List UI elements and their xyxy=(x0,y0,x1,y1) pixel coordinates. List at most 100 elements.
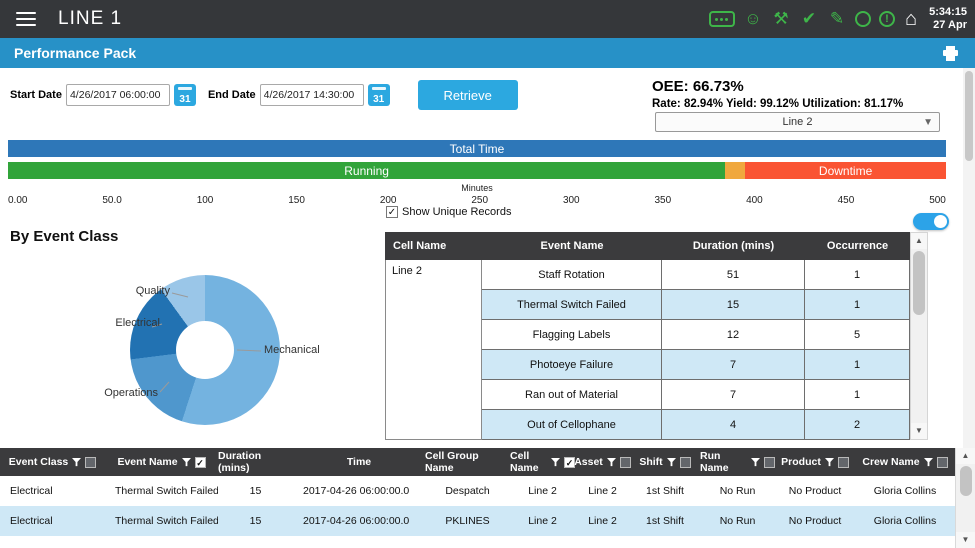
start-calendar-icon[interactable]: 31 xyxy=(174,84,196,106)
event-table-row[interactable]: Flagging Labels125 xyxy=(482,320,910,350)
check-icon[interactable]: ✔ xyxy=(799,9,819,29)
dots-badge-icon[interactable] xyxy=(709,11,735,27)
detail-cell: No Product xyxy=(775,476,855,506)
column-header-run-name[interactable]: Run Name xyxy=(700,448,775,476)
show-unique-checkbox[interactable]: ✓ xyxy=(386,206,398,218)
records-toggle[interactable] xyxy=(913,213,949,230)
detail-cell: 15 xyxy=(218,476,293,506)
detail-table-body: ElectricalThermal Switch Failed152017-04… xyxy=(0,476,975,536)
event-table-row[interactable]: Out of Cellophane42 xyxy=(482,410,910,440)
oee-summary: OEE: 66.73% Rate: 82.94% Yield: 99.12% U… xyxy=(652,78,942,110)
scroll-thumb[interactable] xyxy=(913,251,925,315)
print-icon[interactable] xyxy=(942,46,959,61)
timeline-axis: 0.0050.0100150200250300350400450500 xyxy=(8,195,946,206)
event-table-row[interactable]: Ran out of Material71 xyxy=(482,380,910,410)
column-header-duration-mins-[interactable]: Duration (mins) xyxy=(218,448,293,476)
column-checkbox[interactable] xyxy=(937,457,948,468)
show-unique-label: Show Unique Records xyxy=(402,206,511,218)
scroll-up-icon[interactable]: ▲ xyxy=(956,448,975,464)
line-selector[interactable]: Line 2 ▼ xyxy=(655,112,940,132)
column-header-crew-name[interactable]: Crew Name xyxy=(855,448,955,476)
scroll-down-icon[interactable]: ▼ xyxy=(956,532,975,548)
column-header-cell-name[interactable]: Cell Name✓ xyxy=(510,448,575,476)
event-name-cell: Flagging Labels xyxy=(482,320,662,350)
detail-cell: Line 2 xyxy=(575,476,630,506)
detail-table: Event ClassEvent Name✓Duration (mins)Tim… xyxy=(0,448,975,548)
tools-icon[interactable]: ⚒ xyxy=(771,9,791,29)
detail-table-scrollbar[interactable]: ▲ ▼ xyxy=(955,448,975,548)
axis-tick: 500 xyxy=(929,195,946,206)
filter-icon[interactable] xyxy=(72,458,81,467)
end-calendar-icon[interactable]: 31 xyxy=(368,84,390,106)
filter-icon[interactable] xyxy=(667,458,676,467)
column-header-asset[interactable]: Asset xyxy=(575,448,630,476)
chevron-down-icon: ▼ xyxy=(923,117,933,128)
column-checkbox[interactable] xyxy=(764,457,775,468)
axis-title: Minutes xyxy=(8,183,946,193)
axis-tick: 0.00 xyxy=(8,195,27,206)
event-name-cell: Ran out of Material xyxy=(482,380,662,410)
menu-icon[interactable] xyxy=(16,8,36,30)
circle-icon[interactable] xyxy=(855,11,871,27)
event-table-row[interactable]: Photoeye Failure71 xyxy=(482,350,910,380)
leader-lines xyxy=(60,255,380,440)
filter-icon[interactable] xyxy=(751,458,760,467)
axis-tick: 300 xyxy=(563,195,580,206)
axis-tick: 150 xyxy=(288,195,305,206)
column-header-product[interactable]: Product xyxy=(775,448,855,476)
detail-cell: 1st Shift xyxy=(630,506,700,536)
axis-tick: 400 xyxy=(746,195,763,206)
end-date-input[interactable] xyxy=(260,84,364,106)
scroll-up-icon[interactable]: ▲ xyxy=(911,233,927,249)
home-icon[interactable]: ⌂ xyxy=(905,9,917,29)
event-name-cell: Out of Cellophane xyxy=(482,410,662,440)
column-header-time[interactable]: Time xyxy=(293,448,425,476)
detail-cell: 1st Shift xyxy=(630,476,700,506)
column-header-event-class[interactable]: Event Class xyxy=(0,448,105,476)
status-icon-tray: ☺ ⚒ ✔ ✎ ! ⌂ 5:34:15 27 Apr xyxy=(709,6,967,32)
filter-icon[interactable] xyxy=(825,458,834,467)
page-scrollbar[interactable] xyxy=(963,68,975,448)
duration-cell: 4 xyxy=(662,410,805,440)
detail-cell: No Run xyxy=(700,506,775,536)
occurrence-cell: 1 xyxy=(805,290,910,320)
toolbar: Start Date 31 End Date 31 Retrieve OEE: … xyxy=(0,68,963,138)
event-table-row[interactable]: Thermal Switch Failed151 xyxy=(482,290,910,320)
filter-icon[interactable] xyxy=(551,458,560,467)
event-table-scrollbar[interactable]: ▲ ▼ xyxy=(910,232,928,440)
detail-cell: No Run xyxy=(700,476,775,506)
column-checkbox[interactable] xyxy=(680,457,691,468)
column-checkbox[interactable] xyxy=(838,457,849,468)
filter-icon[interactable] xyxy=(924,458,933,467)
column-header-cell-group-name[interactable]: Cell Group Name xyxy=(425,448,510,476)
scroll-down-icon[interactable]: ▼ xyxy=(911,423,927,439)
scroll-thumb[interactable] xyxy=(965,71,973,161)
column-header-event-name[interactable]: Event Name✓ xyxy=(105,448,218,476)
filter-icon[interactable] xyxy=(607,458,616,467)
detail-table-row[interactable]: ElectricalThermal Switch Failed152017-04… xyxy=(0,506,955,536)
retrieve-button[interactable]: Retrieve xyxy=(418,80,518,110)
slice-label-operations: Operations xyxy=(80,387,158,399)
edit-icon[interactable]: ✎ xyxy=(827,9,847,29)
col-cell-name[interactable]: Cell Name xyxy=(385,240,482,252)
detail-cell: Electrical xyxy=(0,506,105,536)
filter-icon[interactable] xyxy=(182,458,191,467)
col-occurrence[interactable]: Occurrence xyxy=(805,240,910,252)
alert-icon[interactable]: ! xyxy=(879,11,895,27)
event-table-header: Cell Name Event Name Duration (mins) Occ… xyxy=(385,232,910,260)
start-date-input[interactable] xyxy=(66,84,170,106)
smiley-icon[interactable]: ☺ xyxy=(743,9,763,29)
axis-tick: 350 xyxy=(655,195,672,206)
line-selector-value: Line 2 xyxy=(783,116,813,128)
detail-table-row[interactable]: ElectricalThermal Switch Failed152017-04… xyxy=(0,476,955,506)
column-checkbox[interactable] xyxy=(85,457,96,468)
col-duration[interactable]: Duration (mins) xyxy=(662,240,805,252)
event-table-row[interactable]: Staff Rotation511 xyxy=(482,260,910,290)
show-unique-control[interactable]: ✓ Show Unique Records xyxy=(386,206,511,218)
column-checkbox[interactable]: ✓ xyxy=(195,457,206,468)
timeline: Total Time RunningDowntime Minutes 0.005… xyxy=(8,140,946,206)
scroll-thumb[interactable] xyxy=(960,466,972,496)
col-event-name[interactable]: Event Name xyxy=(482,240,662,252)
detail-cell: 15 xyxy=(218,506,293,536)
column-header-shift[interactable]: Shift xyxy=(630,448,700,476)
